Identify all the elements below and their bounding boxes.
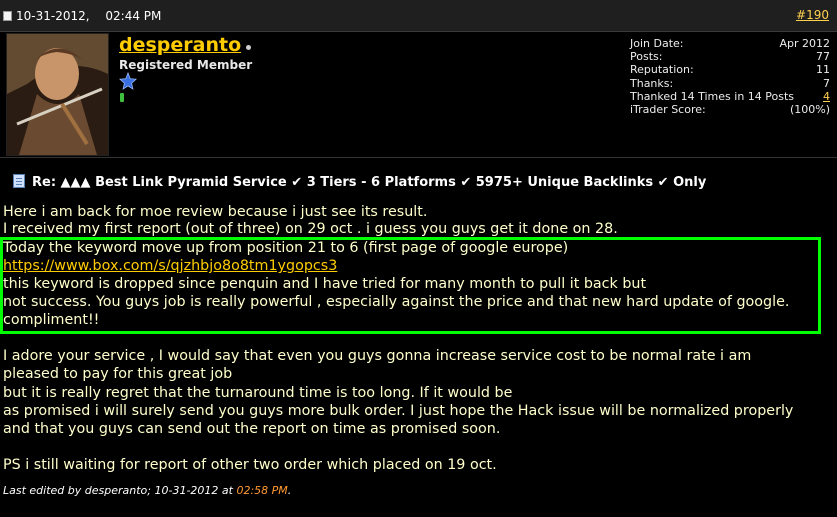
stat-value: Apr 2012: [779, 37, 830, 50]
message-line: I adore your service , I would say that …: [3, 348, 752, 364]
stat-label: Thanked 14 Times in 14 Posts: [630, 89, 795, 103]
message-line: as promised i will surely send you guys …: [3, 403, 794, 419]
post-status-icon: [3, 11, 12, 21]
rank-star-icon: [119, 72, 137, 90]
message-line: pleased to pay for this great job: [3, 366, 233, 382]
user-title: Registered Member: [119, 58, 253, 72]
thanked-posts-link[interactable]: 4: [823, 90, 830, 103]
stat-value: 77: [816, 50, 830, 64]
post-date: 10-31-2012,: [16, 9, 90, 23]
stat-row: iTrader Score: (100%): [630, 103, 830, 116]
post-title: Re: ▲▲▲ Best Link Pyramid Service ✔ 3 Ti…: [32, 175, 707, 190]
stat-row: Posts: 77: [630, 50, 830, 63]
stat-row: Join Date: Apr 2012: [630, 37, 830, 50]
edited-time: 02:58 PM: [236, 484, 288, 497]
user-avatar[interactable]: [6, 33, 109, 156]
stat-value: (100%): [789, 103, 830, 117]
edited-suffix: .: [287, 484, 292, 497]
message-line: Here i am back for moe review because i …: [3, 204, 428, 220]
avatar-image: [7, 34, 108, 155]
stat-value: 11: [816, 63, 830, 77]
message-line: PS i still waiting for report of other t…: [3, 457, 497, 473]
post-header-bar: 10-31-2012, 02:44 PM #190: [0, 0, 837, 32]
reputation-bar-icon: [120, 93, 124, 102]
post-number-link[interactable]: #190: [796, 8, 829, 22]
message-line: I received my first report (out of three…: [3, 221, 618, 237]
stat-label: Reputation:: [630, 63, 694, 77]
user-stats: Join Date: Apr 2012 Posts: 77 Reputation…: [630, 37, 830, 116]
stat-label: iTrader Score:: [630, 103, 706, 117]
last-edited-note: Last edited by desperanto; 10-31-2012 at…: [3, 484, 291, 497]
highlight-box: [0, 237, 821, 334]
stat-row: Thanks: 7: [630, 77, 830, 90]
stat-row: Reputation: 11: [630, 63, 830, 76]
post-divider: [0, 157, 837, 158]
stat-value: 7: [823, 76, 830, 90]
stat-row: Thanked 14 Times in 14 Posts 4: [630, 90, 830, 103]
stat-label: Posts:: [630, 50, 663, 64]
online-status-icon: [246, 45, 251, 50]
message-line: and that you guys can send out the repor…: [3, 421, 501, 437]
document-icon: [13, 174, 25, 188]
post-datetime: 10-31-2012, 02:44 PM: [16, 9, 161, 23]
edited-prefix: Last edited by desperanto; 10-31-2012 at: [3, 484, 233, 497]
message-line: but it is really regret that the turnaro…: [3, 385, 513, 401]
stat-label: Thanks:: [630, 76, 674, 90]
username-link[interactable]: desperanto: [119, 34, 241, 56]
stat-label: Join Date:: [630, 37, 684, 50]
post-time: 02:44 PM: [105, 9, 162, 23]
